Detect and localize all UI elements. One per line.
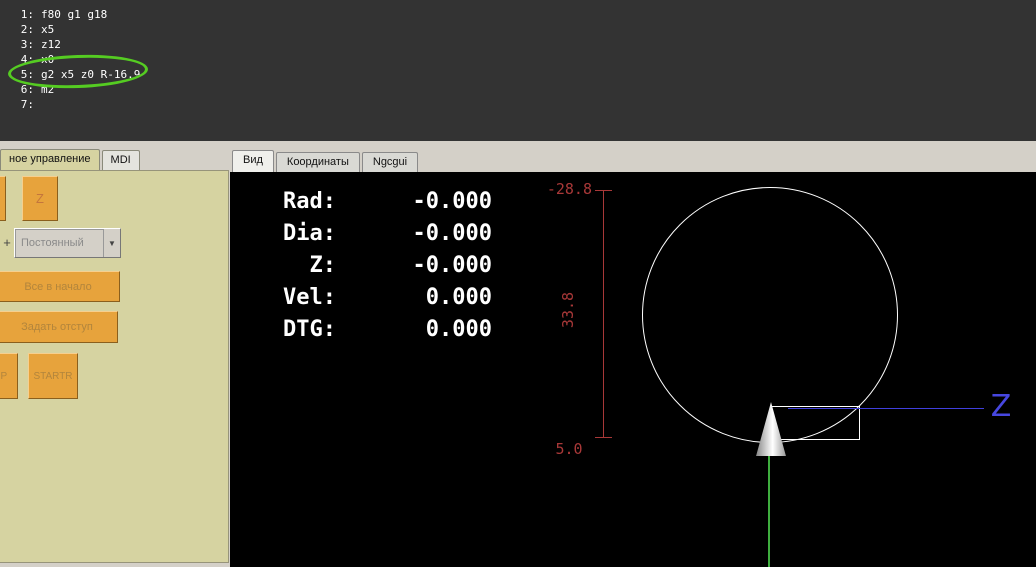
dro-label: Vel: — [283, 285, 336, 310]
dro-value: -0.000 — [412, 221, 492, 246]
dimension-label-side: 33.8 — [559, 291, 577, 329]
gcode-line-number: 1: — [20, 8, 34, 21]
stop-button[interactable]: OP — [0, 353, 18, 399]
dro-row-dia: Dia: -0.000 — [276, 218, 492, 250]
gcode-line-text: g2 x5 z0 R-16.9 — [41, 68, 141, 81]
start-button[interactable]: STARTR — [28, 353, 78, 399]
dro-label: Dia: — [283, 221, 336, 246]
gcode-line[interactable]: 3: z12 — [0, 37, 1036, 52]
z-axis-label: Z — [990, 389, 1012, 424]
toolpath-rectangle — [772, 406, 860, 440]
x-axis-line-green — [768, 456, 770, 567]
right-tabbar: Вид Координаты Ngcgui — [230, 148, 1036, 172]
tab-view[interactable]: Вид — [232, 150, 274, 172]
z-axis-line — [788, 408, 984, 409]
gcode-line-number: 3: — [20, 38, 34, 51]
gcode-line[interactable]: 6: m2 — [0, 82, 1036, 97]
preview-panel: Вид Координаты Ngcgui Rad: -0.000 Dia: -… — [230, 148, 1036, 567]
gcode-line-text: x5 — [41, 23, 55, 36]
gcode-line-text — [34, 98, 41, 111]
tab-manual-control[interactable]: ное управление — [0, 149, 100, 170]
dimension-label-bottom: 5.0 — [555, 440, 583, 458]
dimension-line — [603, 190, 604, 438]
set-offset-button[interactable]: Задать отступ — [0, 311, 118, 343]
gcode-line-number: 5: — [20, 68, 34, 81]
dro-row-z: Z: -0.000 — [276, 250, 493, 282]
tab-mdi[interactable]: MDI — [101, 150, 140, 170]
gcode-line[interactable]: 1: f80 g1 g18 — [0, 7, 1036, 22]
tab-coordinates[interactable]: Координаты — [275, 152, 360, 172]
toolpath-circle — [642, 187, 898, 443]
gcode-line-text: m2 — [41, 83, 55, 96]
gcode-line[interactable]: 4: x0 — [0, 52, 1036, 67]
dro-label: Rad: — [283, 189, 336, 214]
gcode-line-number: 7: — [20, 98, 34, 111]
dro-value: -0.000 — [412, 253, 492, 278]
left-tabbar: ное управление MDI — [0, 148, 230, 170]
tab-ngcgui[interactable]: Ngcgui — [361, 152, 419, 172]
dro-readouts: Rad: -0.000 Dia: -0.000 Z: -0.000 Vel: 0… — [276, 186, 492, 346]
dro-label: Z: — [309, 253, 337, 278]
gcode-line-text: f80 g1 g18 — [41, 8, 108, 21]
dro-value: -0.000 — [412, 189, 492, 214]
chevron-down-icon[interactable]: ▼ — [103, 229, 120, 257]
manual-control-panel: ное управление MDI Z + Постоянный ▼ Все … — [0, 148, 230, 563]
gcode-line[interactable]: 2: x5 — [0, 22, 1036, 37]
gcode-line-text: x0 — [41, 53, 55, 66]
gcode-line-text: z12 — [41, 38, 61, 51]
dro-row-vel: Vel: 0.000 — [276, 282, 492, 314]
dimension-tick-top — [595, 190, 612, 191]
preview-canvas[interactable]: Rad: -0.000 Dia: -0.000 Z: -0.000 Vel: 0… — [230, 172, 1036, 567]
dimension-label-top: -28.8 — [546, 180, 592, 198]
home-all-button[interactable]: Все в начало — [0, 271, 120, 302]
dro-label: DTG: — [283, 317, 336, 342]
feed-mode-value: Постоянный — [21, 237, 84, 249]
gcode-panel: 1: f80 g1 g18 2: x5 3: z12 4: x0 5: g2 x5 z0 … — [0, 0, 1036, 141]
feed-mode-dropdown[interactable]: Постоянный ▼ — [14, 228, 121, 258]
increment-plus-button[interactable]: + — [1, 233, 13, 253]
gcode-line[interactable]: 7: — [0, 97, 1036, 112]
axis-button-partial[interactable] — [0, 176, 6, 221]
dimension-tick-bottom — [595, 437, 612, 438]
gcode-line-number: 2: — [20, 23, 34, 36]
axis-z-button[interactable]: Z — [22, 176, 58, 221]
gcode-line-highlighted[interactable]: 5: g2 x5 z0 R-16.9 — [0, 67, 1036, 82]
dro-row-rad: Rad: -0.000 — [276, 186, 492, 218]
dro-row-dtg: DTG: 0.000 — [276, 314, 492, 346]
gcode-line-number: 6: — [20, 83, 34, 96]
dro-value: 0.000 — [425, 317, 492, 342]
gcode-line-number: 4: — [20, 53, 34, 66]
left-panel-body: Z + Постоянный ▼ Все в начало Задать отс… — [0, 170, 229, 563]
dro-value: 0.000 — [425, 285, 492, 310]
